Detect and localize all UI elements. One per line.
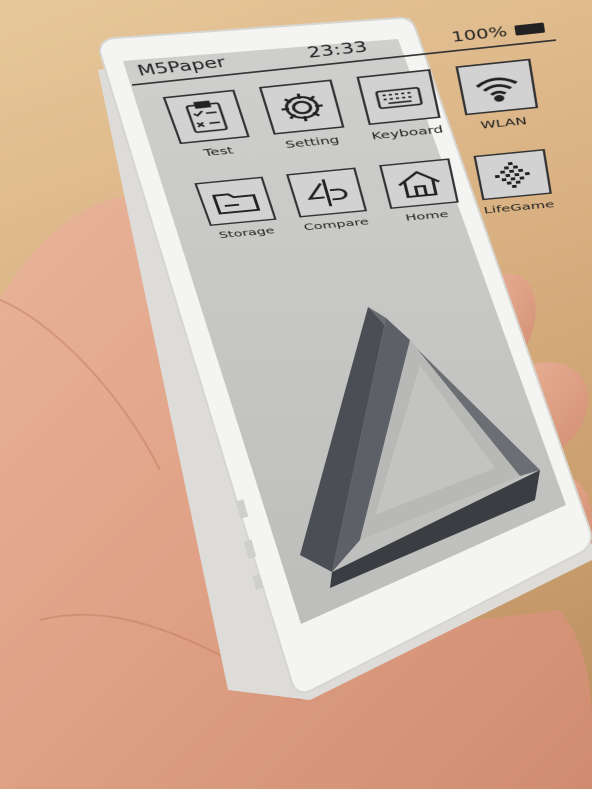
life-game-icon	[473, 148, 552, 201]
app-storage[interactable]: Storage	[188, 176, 291, 251]
app-wlan[interactable]: WLAN	[448, 58, 549, 144]
app-label: Keyboard	[370, 122, 445, 142]
clipboard-checklist-icon	[162, 89, 250, 145]
app-label: Home	[404, 208, 450, 224]
compare-icon	[286, 167, 368, 218]
wifi-icon	[455, 58, 539, 116]
keyboard-icon	[356, 69, 441, 126]
app-label: LifeGame	[482, 198, 555, 216]
gear-icon	[258, 79, 345, 135]
app-label: Setting	[283, 133, 341, 151]
app-label: Test	[201, 144, 235, 159]
app-home[interactable]: Home	[372, 158, 470, 235]
battery-full-icon	[514, 22, 546, 36]
device-name: M5Paper	[135, 54, 228, 80]
battery-percent: 100%	[449, 23, 509, 46]
app-setting[interactable]: Setting	[252, 79, 359, 163]
app-lifegame[interactable]: LifeGame	[467, 148, 563, 226]
home-icon	[379, 158, 459, 209]
folder-icon	[194, 176, 277, 226]
clock: 23:33	[305, 38, 370, 62]
app-label: Storage	[217, 224, 276, 241]
app-compare[interactable]: Compare	[279, 167, 380, 243]
app-keyboard[interactable]: Keyboard	[349, 68, 453, 153]
app-label: WLAN	[479, 114, 528, 132]
app-test[interactable]: Test	[156, 89, 265, 172]
app-label: Compare	[302, 215, 371, 233]
